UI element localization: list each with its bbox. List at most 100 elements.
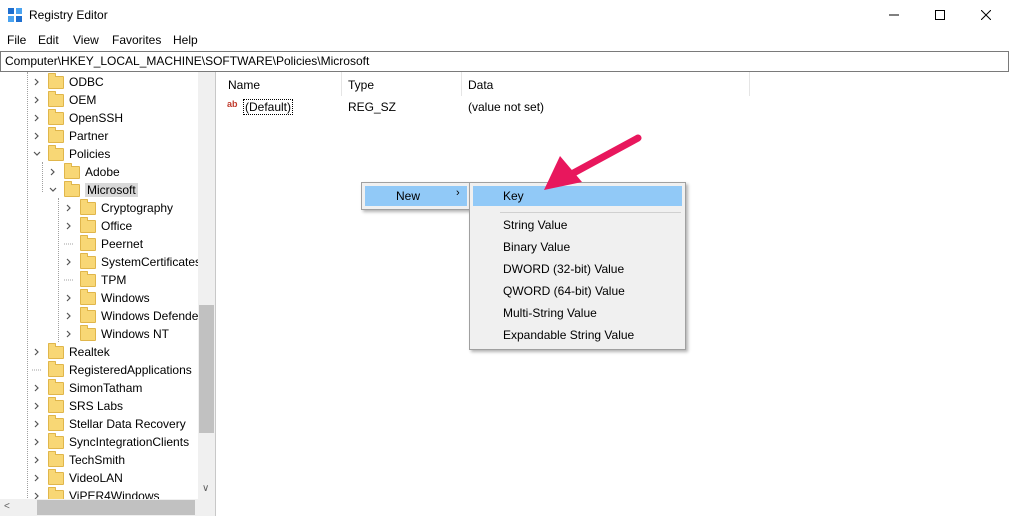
folder-icon [48, 342, 64, 359]
chevron-down-icon[interactable] [48, 185, 58, 195]
menu-separator [500, 212, 681, 213]
submenu-item-dword-value[interactable]: DWORD (32-bit) Value [503, 262, 624, 276]
chevron-down-icon[interactable] [32, 149, 42, 159]
folder-icon [64, 180, 80, 197]
tree-item[interactable]: OpenSSH [32, 108, 124, 127]
submenu-item-binary-value[interactable]: Binary Value [503, 240, 570, 254]
tree-horizontal-scrollbar[interactable]: < [0, 499, 198, 516]
tree-item-label: Cryptography [101, 201, 174, 215]
submenu-item-string-value[interactable]: String Value [503, 218, 567, 232]
value-name: (Default) [243, 99, 294, 115]
submenu-item-multi-string-value[interactable]: Multi-String Value [503, 306, 597, 320]
value-type: REG_SZ [348, 100, 397, 114]
column-header-data[interactable]: Data [461, 72, 750, 96]
tree-item[interactable]: Windows [64, 288, 150, 307]
chevron-right-icon[interactable] [64, 257, 74, 267]
window-title: Registry Editor [29, 8, 108, 22]
scrollbar-thumb[interactable] [37, 500, 195, 515]
menu-view[interactable]: View [73, 33, 99, 47]
column-header-type[interactable]: Type [341, 72, 462, 96]
tree-item[interactable]: Windows Defender [64, 306, 202, 325]
tree-item[interactable]: Adobe [48, 162, 120, 181]
close-button[interactable] [963, 0, 1009, 30]
submenu-item-key[interactable]: Key [503, 189, 524, 203]
tree-item[interactable]: RegisteredApplications [32, 360, 192, 379]
scroll-left-icon[interactable]: < [4, 501, 10, 512]
chevron-right-icon[interactable] [32, 401, 42, 411]
folder-icon [48, 432, 64, 449]
chevron-right-icon[interactable] [32, 77, 42, 87]
folder-icon [48, 396, 64, 413]
minimize-button[interactable] [871, 0, 917, 30]
tree-connector [64, 279, 74, 281]
tree-item[interactable]: SimonTatham [32, 378, 143, 397]
tree-item[interactable]: SystemCertificates [64, 252, 201, 271]
chevron-right-icon[interactable] [32, 437, 42, 447]
tree-item[interactable]: VideoLAN [32, 468, 123, 487]
tree-pane: ODBC OEM OpenSSH Partner Policies Adobe Micros… [0, 72, 216, 516]
tree-item[interactable]: Policies [32, 144, 110, 163]
chevron-right-icon[interactable] [32, 347, 42, 357]
tree-item[interactable]: Peernet [64, 234, 144, 253]
context-menu: New › [361, 182, 471, 210]
scrollbar-thumb[interactable] [199, 305, 214, 433]
menu-help[interactable]: Help [173, 33, 198, 47]
tree-item[interactable]: Microsoft [48, 180, 138, 199]
chevron-right-icon[interactable] [32, 473, 42, 483]
table-row[interactable]: ab (Default) REG_SZ (value not set) [221, 96, 1007, 116]
tree-item[interactable]: Partner [32, 126, 108, 145]
folder-icon [80, 252, 96, 269]
tree-item[interactable]: TechSmith [32, 450, 126, 469]
menu-edit[interactable]: Edit [38, 33, 59, 47]
chevron-right-icon[interactable] [32, 455, 42, 465]
tree-item-label: TechSmith [69, 453, 126, 467]
tree-item[interactable]: Cryptography [64, 198, 174, 217]
menu-favorites[interactable]: Favorites [112, 33, 161, 47]
folder-icon [80, 234, 96, 251]
tree-item[interactable]: OEM [32, 90, 96, 109]
tree-item[interactable]: Office [64, 216, 132, 235]
chevron-right-icon[interactable] [32, 419, 42, 429]
tree-item[interactable]: SyncIntegrationClients [32, 432, 189, 451]
chevron-right-icon: › [456, 187, 460, 199]
menu-file[interactable]: File [7, 33, 26, 47]
tree-item[interactable]: SRS Labs [32, 396, 124, 415]
chevron-right-icon[interactable] [32, 383, 42, 393]
tree-item[interactable]: TPM [64, 270, 126, 289]
folder-icon [48, 360, 64, 377]
chevron-right-icon[interactable] [64, 293, 74, 303]
tree-item[interactable]: Windows NT [64, 324, 170, 343]
tree-item-label: SRS Labs [69, 399, 124, 413]
submenu-item-qword-value[interactable]: QWORD (64-bit) Value [503, 284, 625, 298]
submenu-item-expandable-string-value[interactable]: Expandable String Value [503, 328, 634, 342]
tree-vertical-scrollbar[interactable]: ∨ [198, 72, 215, 499]
chevron-right-icon[interactable] [64, 221, 74, 231]
column-data-label: Data [468, 78, 494, 92]
context-menu-new[interactable]: New [396, 189, 420, 203]
folder-icon [48, 378, 64, 395]
scroll-down-icon[interactable]: ∨ [202, 483, 209, 494]
chevron-right-icon[interactable] [32, 113, 42, 123]
folder-icon [80, 270, 96, 287]
chevron-right-icon[interactable] [32, 95, 42, 105]
address-bar[interactable]: Computer\HKEY_LOCAL_MACHINE\SOFTWARE\Pol… [0, 51, 1009, 72]
tree-item-label: SimonTatham [69, 381, 143, 395]
tree-item[interactable]: Realtek [32, 342, 110, 361]
tree-item-label: Adobe [85, 165, 120, 179]
tree-item-label: Windows NT [101, 327, 170, 341]
string-value-icon: ab [227, 99, 238, 109]
tree-item[interactable]: Stellar Data Recovery [32, 414, 186, 433]
maximize-button[interactable] [917, 0, 963, 30]
column-header-name[interactable]: Name [221, 72, 342, 96]
chevron-right-icon[interactable] [64, 203, 74, 213]
chevron-right-icon[interactable] [64, 311, 74, 321]
column-name-label: Name [228, 78, 261, 92]
chevron-right-icon[interactable] [64, 329, 74, 339]
chevron-right-icon[interactable] [32, 131, 42, 141]
folder-icon [48, 108, 64, 125]
tree-item-label: Peernet [101, 237, 144, 251]
tree-item[interactable]: ODBC [32, 72, 104, 91]
chevron-right-icon[interactable] [48, 167, 58, 177]
tree-item-label: OpenSSH [69, 111, 124, 125]
folder-icon [80, 324, 96, 341]
